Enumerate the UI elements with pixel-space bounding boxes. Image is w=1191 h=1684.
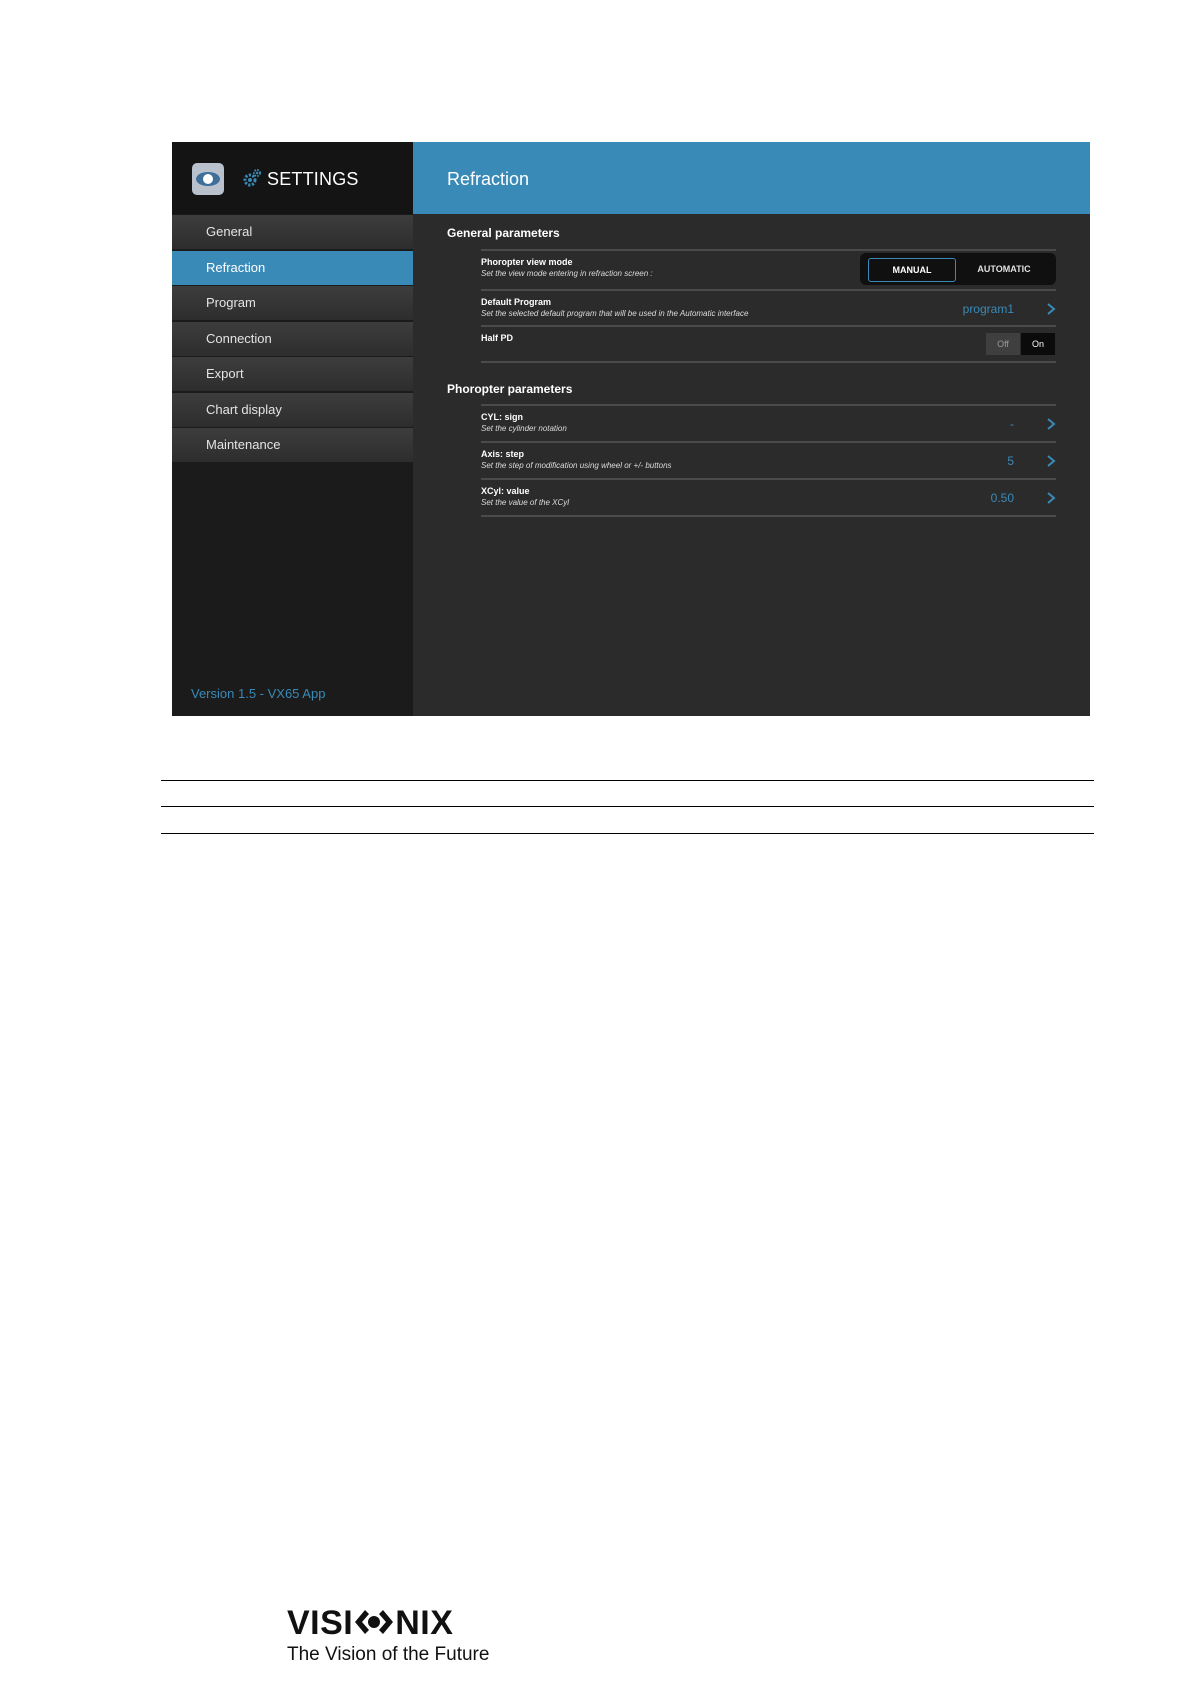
sidebar-item-general[interactable]: General xyxy=(172,215,413,249)
setting-label: Half PD xyxy=(481,333,514,343)
app-logo-icon[interactable] xyxy=(192,163,224,195)
setting-value: 0.50 xyxy=(990,491,1014,505)
setting-label: Phoropter view mode xyxy=(481,257,573,267)
sidebar-header: SETTINGS xyxy=(172,142,413,214)
setting-label: CYL: sign xyxy=(481,412,523,422)
setting-value: - xyxy=(1010,417,1014,431)
setting-value: program1 xyxy=(962,302,1014,316)
setting-row-default-program[interactable]: Default Program Set the selected default… xyxy=(481,289,1056,325)
view-mode-automatic-option[interactable]: AUTOMATIC xyxy=(958,258,1050,280)
view-mode-segmented-control: MANUAL AUTOMATIC xyxy=(860,253,1056,285)
sidebar-item-chart-display[interactable]: Chart display xyxy=(172,392,413,427)
general-parameters-heading: General parameters xyxy=(447,226,560,240)
setting-row-axis-step[interactable]: Axis: step Set the step of modification … xyxy=(481,441,1056,478)
chevron-right-icon[interactable] xyxy=(1046,417,1056,431)
pupil-shape xyxy=(203,174,213,184)
setting-row-half-pd: Half PD Off On xyxy=(481,325,1056,363)
chevron-right-icon[interactable] xyxy=(1046,454,1056,468)
sidebar-item-program[interactable]: Program xyxy=(172,286,413,320)
half-pd-off-option[interactable]: Off xyxy=(986,333,1020,355)
phoropter-parameters-heading: Phoropter parameters xyxy=(447,382,573,396)
main-header: Refraction xyxy=(413,142,1090,214)
sidebar-nav: General Refraction Program Connection Ex… xyxy=(172,215,413,464)
setting-description: Set the step of modification using wheel… xyxy=(481,461,672,470)
sidebar-item-export[interactable]: Export xyxy=(172,357,413,391)
version-label: Version 1.5 - VX65 App xyxy=(191,686,326,701)
settings-title: SETTINGS xyxy=(267,169,359,189)
settings-window: SETTINGS General Refraction Program Conn… xyxy=(172,142,1090,716)
sidebar-item-refraction[interactable]: Refraction xyxy=(172,250,413,285)
setting-row-cyl-sign[interactable]: CYL: sign Set the cylinder notation - xyxy=(481,404,1056,441)
setting-label: XCyl: value xyxy=(481,486,530,496)
brand-name: VISI NIX xyxy=(287,1604,453,1643)
table-rule-middle xyxy=(161,806,1094,807)
setting-description: Set the value of the XCyl xyxy=(481,498,570,507)
brand-name-right: NIX xyxy=(395,1604,454,1642)
half-pd-on-option[interactable]: On xyxy=(1021,333,1055,355)
setting-description: Set the view mode entering in refraction… xyxy=(481,269,653,278)
setting-row-xcyl-value[interactable]: XCyl: value Set the value of the XCyl 0.… xyxy=(481,478,1056,517)
setting-description: Set the cylinder notation xyxy=(481,424,567,433)
page-title: Refraction xyxy=(447,169,530,189)
sidebar: SETTINGS General Refraction Program Conn… xyxy=(172,142,413,716)
phoropter-parameters-list: CYL: sign Set the cylinder notation - Ax… xyxy=(481,404,1056,517)
general-parameters-list: Phoropter view mode Set the view mode en… xyxy=(481,249,1056,363)
brand-tagline: The Vision of the Future xyxy=(287,1644,490,1665)
setting-description: Set the selected default program that wi… xyxy=(481,309,749,318)
view-mode-manual-option[interactable]: MANUAL xyxy=(868,258,956,282)
sidebar-item-maintenance[interactable]: Maintenance xyxy=(172,428,413,462)
setting-label: Default Program xyxy=(481,297,552,307)
setting-value: 5 xyxy=(1007,454,1014,468)
chevron-right-icon[interactable] xyxy=(1046,302,1056,316)
half-pd-toggle: Off On xyxy=(986,333,1056,355)
gear-icon xyxy=(243,169,261,187)
setting-row-view-mode: Phoropter view mode Set the view mode en… xyxy=(481,249,1056,289)
chevron-right-icon[interactable] xyxy=(1046,491,1056,505)
table-rule-top xyxy=(161,780,1094,781)
sidebar-item-connection[interactable]: Connection xyxy=(172,321,413,356)
eye-logo-icon xyxy=(355,1610,394,1634)
brand-name-left: VISI xyxy=(287,1604,354,1642)
setting-label: Axis: step xyxy=(481,449,525,459)
table-rule-bottom xyxy=(161,833,1094,834)
